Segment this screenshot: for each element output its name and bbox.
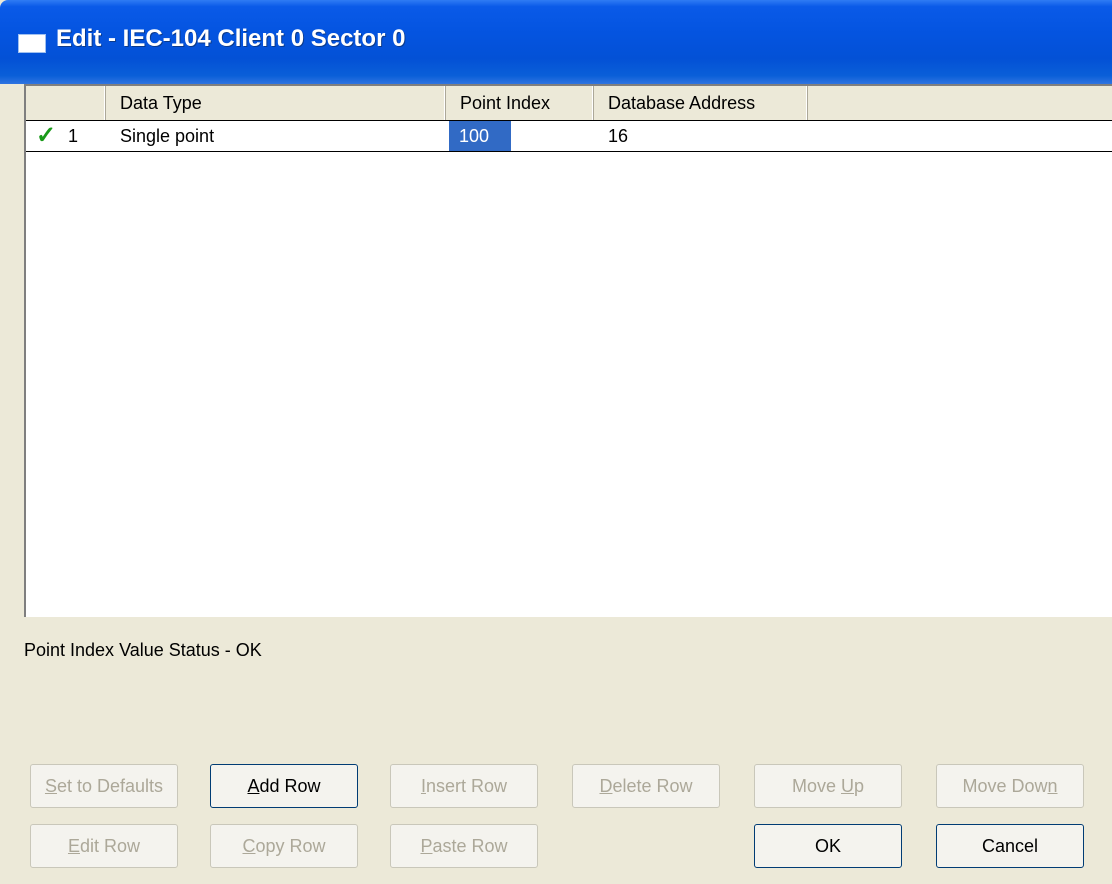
cell-point-index[interactable]: 100 bbox=[449, 121, 511, 151]
grid-header: Data Type Point Index Database Address bbox=[26, 86, 1112, 121]
move-up-button[interactable]: Move Up bbox=[754, 764, 902, 808]
copy-row-button[interactable]: Copy Row bbox=[210, 824, 358, 868]
insert-row-button[interactable]: Insert Row bbox=[390, 764, 538, 808]
edit-row-button[interactable]: Edit Row bbox=[30, 824, 178, 868]
set-to-defaults-button[interactable]: Set to Defaults bbox=[30, 764, 178, 808]
table-row[interactable]: ✓ 1 Single point 100 16 bbox=[26, 120, 1112, 152]
column-header-database-address[interactable]: Database Address bbox=[594, 86, 808, 120]
column-header-point-index[interactable]: Point Index bbox=[446, 86, 594, 120]
cell-data-type[interactable]: Single point bbox=[106, 121, 446, 151]
cancel-button[interactable]: Cancel bbox=[936, 824, 1084, 868]
window-icon bbox=[18, 34, 46, 53]
cell-database-address[interactable]: 16 bbox=[594, 121, 808, 151]
row-number: 1 bbox=[68, 126, 79, 146]
delete-row-button[interactable]: Delete Row bbox=[572, 764, 720, 808]
add-row-button[interactable]: Add Row bbox=[210, 764, 358, 808]
paste-row-button[interactable]: Paste Row bbox=[390, 824, 538, 868]
ok-button[interactable]: OK bbox=[754, 824, 902, 868]
status-text: Point Index Value Status - OK bbox=[24, 640, 262, 660]
points-grid[interactable]: Data Type Point Index Database Address ✓… bbox=[24, 84, 1112, 617]
move-down-button[interactable]: Move Down bbox=[936, 764, 1084, 808]
title-bar[interactable]: Edit - IEC-104 Client 0 Sector 0 bbox=[0, 0, 1112, 84]
column-header-row-number[interactable] bbox=[26, 86, 106, 120]
window-title: Edit - IEC-104 Client 0 Sector 0 bbox=[56, 25, 406, 52]
column-header-data-type[interactable]: Data Type bbox=[106, 86, 446, 120]
